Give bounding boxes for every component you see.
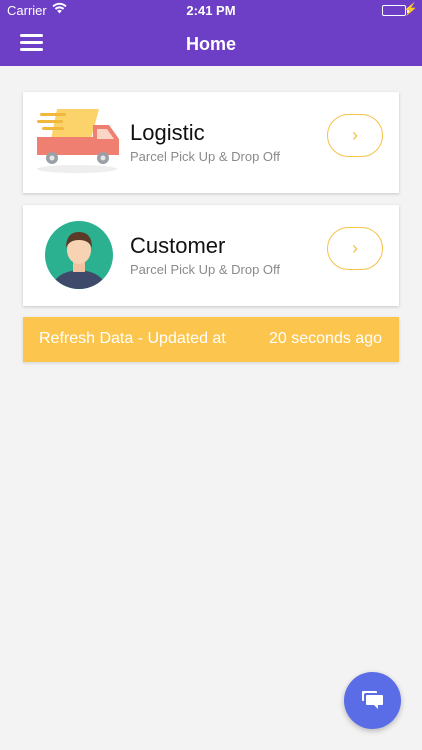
card-subtitle: Parcel Pick Up & Drop Off (130, 149, 281, 164)
charging-icon: ⚡ (403, 2, 418, 16)
customer-avatar-icon (37, 212, 122, 292)
status-bar: Carrier 2:41 PM ⚡ (0, 0, 422, 22)
delivery-truck-icon (37, 99, 122, 179)
refresh-label: Refresh Data - Updated at (39, 330, 226, 347)
status-time: 2:41 PM (186, 3, 236, 18)
card-subtitle: Parcel Pick Up & Drop Off (130, 262, 281, 277)
chat-button[interactable] (344, 672, 401, 729)
refresh-data-button[interactable]: Refresh Data - Updated at 20 seconds ago (23, 317, 399, 362)
nav-bar: Home (0, 22, 422, 66)
card-title: Customer (130, 233, 226, 258)
updated-time: 20 seconds ago (269, 330, 382, 347)
logistic-card[interactable]: Logistic Parcel Pick Up & Drop Off › (23, 92, 399, 193)
customer-card[interactable]: Customer Parcel Pick Up & Drop Off › (23, 205, 399, 306)
logistic-open-button[interactable]: › (327, 114, 383, 157)
customer-open-button[interactable]: › (327, 227, 383, 270)
card-title: Logistic (130, 120, 205, 145)
chat-icon (362, 691, 383, 709)
page-title: Home (185, 34, 236, 54)
